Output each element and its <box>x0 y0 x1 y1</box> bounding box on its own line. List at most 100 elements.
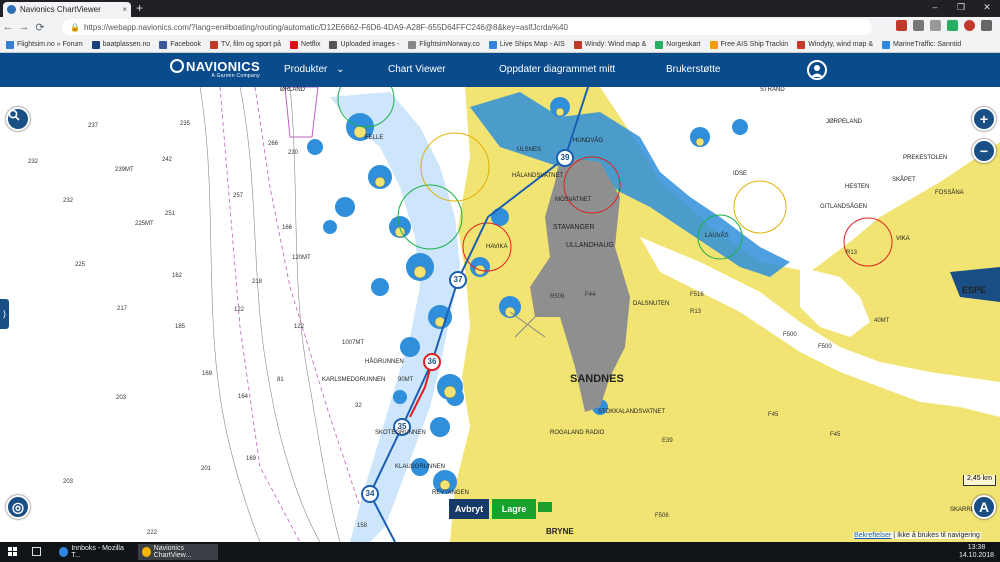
navionics-favicon-icon <box>7 5 16 14</box>
bookmark-item[interactable]: Flightsim.no » Forum <box>6 40 83 49</box>
depth-label: F500 <box>783 332 797 338</box>
bookmark-item[interactable]: Uploaded images - <box>329 40 400 49</box>
task-view-icon[interactable] <box>32 547 41 556</box>
close-tab-icon[interactable]: × <box>122 5 127 14</box>
bookmark-item[interactable]: Windy: Wind map & <box>573 40 646 49</box>
thunderbird-icon <box>59 547 69 557</box>
route-waypoint-marker[interactable]: 37 <box>449 271 467 289</box>
depth-label: 169 <box>202 371 213 377</box>
close-window-button[interactable]: ✕ <box>974 0 1000 15</box>
menu-icon[interactable] <box>981 20 992 31</box>
user-account-icon[interactable] <box>807 60 827 80</box>
depth-label: F45 <box>768 412 779 418</box>
place-name-label: STAVANGER <box>553 224 595 231</box>
reload-button[interactable]: ⟳ <box>32 21 48 34</box>
zoom-out-button[interactable]: − <box>972 139 996 163</box>
search-button[interactable] <box>6 107 30 131</box>
bookmark-item[interactable]: Free AIS Ship Trackin <box>709 40 789 49</box>
navionics-mark-icon <box>170 59 184 73</box>
depth-label: 162 <box>172 273 183 279</box>
bookmark-item[interactable]: MarineTraffic: Sanntid <box>882 40 961 49</box>
bookmark-label: baatplassen.no <box>102 41 151 48</box>
depth-label: F45 <box>830 432 841 438</box>
depth-label: F516 <box>690 292 704 298</box>
extension-icon[interactable] <box>896 20 907 31</box>
place-name-label: KARLSMEDGRUNNEN <box>322 377 386 383</box>
system-clock[interactable]: 13:38 14.10.2018 <box>959 544 994 560</box>
back-button[interactable]: ← <box>0 21 16 33</box>
bookmark-favicon-icon <box>488 40 497 49</box>
bookmark-favicon-icon <box>209 40 218 49</box>
depth-label: 217 <box>117 306 128 312</box>
zoom-in-button[interactable]: + <box>972 107 996 131</box>
maximize-button[interactable]: ❐ <box>948 0 974 15</box>
route-waypoint-marker[interactable]: 34 <box>361 485 379 503</box>
depth-label: 225 <box>75 262 86 268</box>
extension-icon[interactable] <box>947 20 958 31</box>
bookmark-item[interactable]: Live Ships Map - AIS <box>488 40 565 49</box>
bookmark-item[interactable]: FlightsimNorway.co <box>408 40 480 49</box>
depth-label: 203 <box>116 395 127 401</box>
route-mode-button[interactable]: A <box>972 495 996 519</box>
cancel-button[interactable]: Avbryt <box>449 499 489 519</box>
depth-label: 120MT <box>292 255 311 261</box>
place-name-label: PREKESTOLEN <box>903 155 948 161</box>
bookmark-item[interactable]: TV, film og sport på <box>209 40 281 49</box>
chart-map[interactable]: 39 37 36 35 34 SANDNES STAVANGER ULLANDHAUG HÅG… <box>0 87 1000 542</box>
bookmark-label: Live Ships Map - AIS <box>499 41 565 48</box>
depth-label: R13 <box>690 309 702 315</box>
bookmark-label: Facebook <box>170 41 201 48</box>
profile-icon[interactable] <box>964 20 975 31</box>
save-button[interactable]: Lagre <box>492 499 536 519</box>
depth-label: 257 <box>233 193 244 199</box>
acknowledgements-link[interactable]: Bekreftelser <box>854 532 891 539</box>
depth-label: 203 <box>63 479 74 485</box>
taskbar-app-chrome[interactable]: Navionics ChartView... <box>138 544 218 560</box>
depth-label: 235 <box>180 121 191 127</box>
nautical-chart[interactable] <box>0 87 1000 542</box>
bookmark-label: Free AIS Ship Trackin <box>720 41 789 48</box>
nav-products-label: Produkter <box>284 64 328 75</box>
clock-date: 14.10.2018 <box>958 552 994 559</box>
save-options-button[interactable] <box>538 502 552 512</box>
chevron-down-icon: ⌄ <box>336 64 345 75</box>
place-name-label: ØRLAND <box>280 87 306 93</box>
bookmark-item[interactable]: Windyty, wind map & <box>797 40 873 49</box>
star-icon[interactable] <box>930 20 941 31</box>
bookmark-label: Uploaded images - <box>340 41 400 48</box>
place-name-label: IDSE <box>733 171 748 177</box>
bookmark-item[interactable]: baatplassen.no <box>91 40 151 49</box>
nav-products[interactable]: Produkter ⌄ <box>284 64 345 75</box>
navionics-logo[interactable]: NAVIONICS A Garmin Company <box>170 59 260 79</box>
taskbar-app-label: Navionics ChartView... <box>153 545 192 559</box>
tab-navionics[interactable]: Navionics ChartViewer × <box>3 2 131 17</box>
url-input[interactable]: 🔒 https://webapp.navionics.com/?lang=en#… <box>62 19 872 35</box>
place-name-label: HESTEN <box>845 184 870 190</box>
lock-icon: 🔒 <box>70 22 80 32</box>
browser-tab-strip: Navionics ChartViewer × + – ❐ ✕ <box>0 0 1000 17</box>
nav-support[interactable]: Brukerstøtte <box>666 64 720 75</box>
depth-label: 266 <box>268 141 279 147</box>
nav-chart-viewer[interactable]: Chart Viewer <box>388 64 446 75</box>
bookmark-label: Norgeskart <box>666 41 701 48</box>
route-waypoint-marker[interactable]: 36 <box>423 353 441 371</box>
minimize-button[interactable]: – <box>922 0 948 15</box>
bookmark-label: Netflix <box>301 41 321 48</box>
route-waypoint-marker[interactable]: 39 <box>556 149 574 167</box>
bookmark-item[interactable]: Facebook <box>159 40 201 49</box>
translate-icon[interactable] <box>913 20 924 31</box>
new-tab-button[interactable]: + <box>136 1 143 15</box>
taskbar-app-thunderbird[interactable]: Innboks - Mozilla T... <box>55 544 135 560</box>
bookmark-item[interactable]: Norgeskart <box>655 40 701 49</box>
place-name-label: HÅGRUNNEN <box>365 359 404 365</box>
windows-start-icon[interactable] <box>8 547 17 556</box>
forward-button[interactable]: → <box>16 21 32 33</box>
place-name-label: HÅLANDSVATNET <box>512 173 564 179</box>
side-panel-toggle[interactable]: ⟩ <box>0 299 9 329</box>
nav-update-chart[interactable]: Oppdater diagrammet mitt <box>499 64 615 75</box>
place-name-label: JØRPELAND <box>826 119 863 125</box>
compass-button[interactable]: ◎ <box>6 495 30 519</box>
bookmark-favicon-icon <box>159 40 168 49</box>
bookmark-item[interactable]: Netflix <box>290 40 321 49</box>
place-name-label: VIKA <box>896 236 910 242</box>
